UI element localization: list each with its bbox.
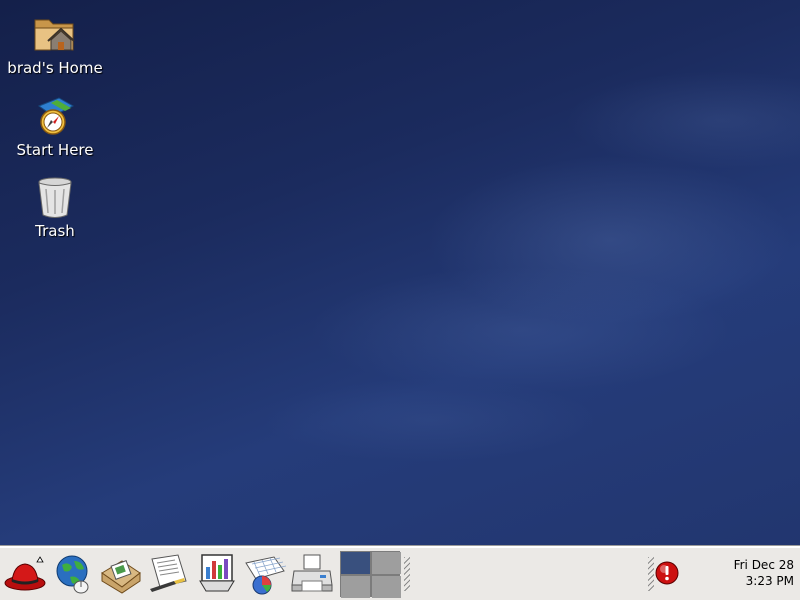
notification-area-handle[interactable] [648,557,654,591]
start-here-icon [37,97,75,135]
spreadsheet-icon [245,556,287,595]
red-hat-icon [4,556,46,591]
print-manager-launcher[interactable] [290,551,336,597]
workspace-switcher[interactable] [340,551,401,598]
home-folder-icon [34,19,75,51]
printer-icon [291,554,333,592]
workspace-1[interactable] [341,552,370,574]
start-here-label: Start Here [16,141,94,159]
clock-date: Fri Dec 28 [733,558,794,572]
globe-mouse-icon [56,555,89,594]
main-menu-button[interactable] [2,551,48,597]
panel-drag-handle[interactable] [404,557,410,591]
trash-label: Trash [35,222,75,240]
home-label: brad's Home [7,59,103,77]
presentation-chart-icon [199,554,235,592]
desktop-icon-trash[interactable]: Trash [0,173,110,240]
writer-document-icon [150,554,187,592]
bottom-panel [0,546,800,600]
presentation-launcher[interactable] [194,551,240,597]
panel-clock[interactable]: Fri Dec 28 3:23 PM [734,557,794,589]
desktop-background[interactable]: brad's Home Start Here Trash [0,0,800,546]
desktop-icon-start-here[interactable]: Start Here [0,92,110,159]
mail-envelope-icon [101,560,141,594]
workspace-2[interactable] [372,552,401,574]
email-launcher[interactable] [98,551,144,597]
web-browser-launcher[interactable] [50,551,96,597]
workspace-4[interactable] [372,576,401,598]
clock-time: 3:23 PM [745,574,794,588]
update-alert-icon[interactable] [655,561,679,585]
workspace-3[interactable] [341,576,370,598]
trash-icon [38,177,72,218]
word-processor-launcher[interactable] [146,551,192,597]
desktop-icon-home[interactable]: brad's Home [0,10,110,77]
spreadsheet-launcher[interactable] [242,551,288,597]
